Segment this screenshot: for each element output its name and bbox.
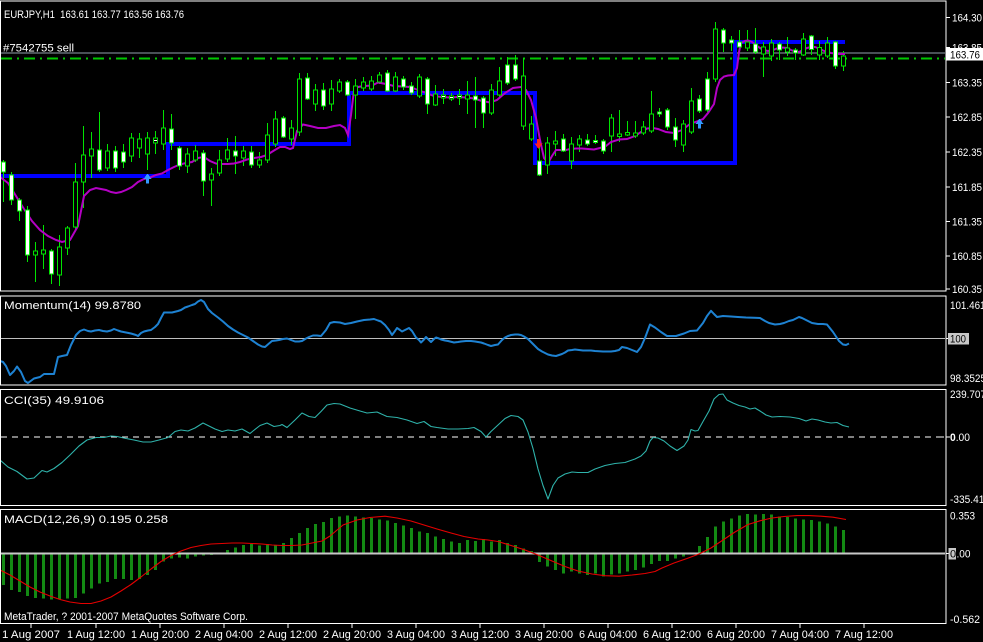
svg-text:98.3525: 98.3525 bbox=[950, 373, 983, 385]
svg-text:160.35: 160.35 bbox=[952, 284, 982, 296]
svg-text:2 Aug 12:00: 2 Aug 12:00 bbox=[259, 629, 317, 641]
svg-text:CCI(35) 49.9106: CCI(35) 49.9106 bbox=[4, 395, 104, 407]
svg-text:7 Aug 04:00: 7 Aug 04:00 bbox=[771, 629, 829, 641]
svg-text:2 Aug 04:00: 2 Aug 04:00 bbox=[195, 629, 253, 641]
svg-text:0.353: 0.353 bbox=[950, 511, 975, 523]
svg-text:.00: .00 bbox=[957, 549, 971, 561]
svg-text:-0.562: -0.562 bbox=[950, 614, 980, 626]
svg-text:#7542755 sell: #7542755 sell bbox=[3, 43, 74, 55]
svg-text:0: 0 bbox=[950, 549, 956, 561]
svg-text:3 Aug 12:00: 3 Aug 12:00 bbox=[451, 629, 509, 641]
svg-text:100: 100 bbox=[950, 334, 966, 346]
svg-text:161.85: 161.85 bbox=[952, 182, 982, 194]
svg-text:-335.412: -335.412 bbox=[950, 494, 983, 506]
svg-text:101.4615: 101.4615 bbox=[950, 300, 983, 312]
svg-text:3 Aug 20:00: 3 Aug 20:00 bbox=[515, 629, 573, 641]
svg-text:163.76: 163.76 bbox=[950, 50, 980, 62]
svg-text:1 Aug 2007: 1 Aug 2007 bbox=[2, 629, 60, 641]
svg-text:161.35: 161.35 bbox=[952, 217, 982, 229]
svg-text:1 Aug 12:00: 1 Aug 12:00 bbox=[67, 629, 125, 641]
svg-text:239.707: 239.707 bbox=[950, 389, 983, 401]
svg-text:MetaTrader, ? 2001-2007 MetaQu: MetaTrader, ? 2001-2007 MetaQuotes Softw… bbox=[4, 611, 248, 623]
svg-text:Momentum(14) 99.8780: Momentum(14) 99.8780 bbox=[4, 300, 141, 312]
svg-text:MACD(12,26,9) 0.195 0.258: MACD(12,26,9) 0.195 0.258 bbox=[4, 514, 168, 526]
svg-text:162.85: 162.85 bbox=[952, 112, 982, 124]
svg-text:163.35: 163.35 bbox=[952, 78, 982, 90]
svg-text:160.85: 160.85 bbox=[952, 251, 982, 263]
svg-text:1 Aug 20:00: 1 Aug 20:00 bbox=[131, 629, 189, 641]
svg-text:6 Aug 20:00: 6 Aug 20:00 bbox=[707, 629, 765, 641]
svg-text:164.30: 164.30 bbox=[952, 13, 982, 25]
svg-text:7 Aug 12:00: 7 Aug 12:00 bbox=[835, 629, 893, 641]
svg-text:EURJPY,H1 163.61 163.77 163.5: EURJPY,H1 163.61 163.77 163.56 163.76 bbox=[4, 9, 184, 21]
svg-text:2 Aug 20:00: 2 Aug 20:00 bbox=[323, 629, 381, 641]
svg-text:6 Aug 12:00: 6 Aug 12:00 bbox=[643, 629, 701, 641]
svg-text:6 Aug 04:00: 6 Aug 04:00 bbox=[579, 629, 637, 641]
svg-text:162.35: 162.35 bbox=[952, 147, 982, 159]
svg-text:0.00: 0.00 bbox=[950, 432, 970, 444]
svg-text:3 Aug 04:00: 3 Aug 04:00 bbox=[387, 629, 445, 641]
